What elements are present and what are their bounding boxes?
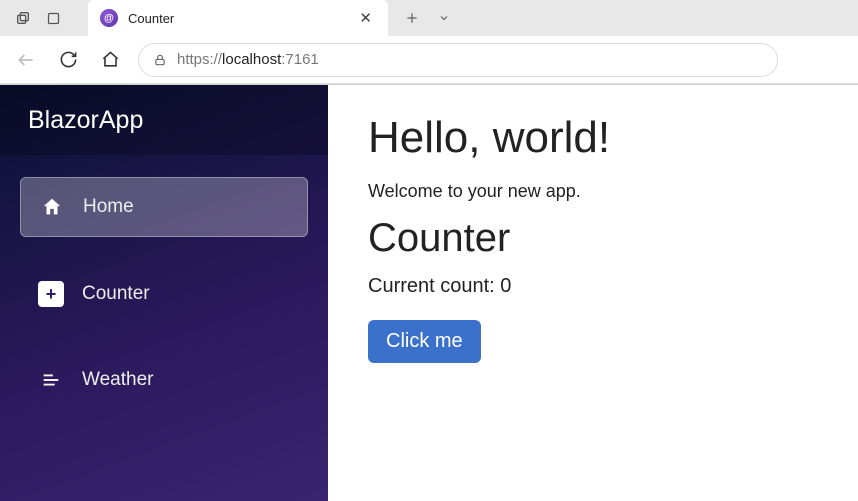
url-field[interactable]: https://localhost:7161 bbox=[138, 43, 778, 77]
sidebar: BlazorApp Home + Counter Weather bbox=[0, 85, 328, 501]
tab-actions bbox=[388, 4, 458, 32]
sidebar-item-label: Weather bbox=[82, 369, 153, 391]
list-icon bbox=[38, 367, 64, 393]
url-scheme: https:// bbox=[177, 51, 222, 68]
browser-tab[interactable]: @ Counter ✕ bbox=[88, 0, 388, 36]
back-button[interactable] bbox=[12, 46, 40, 74]
close-tab-button[interactable]: ✕ bbox=[355, 9, 376, 27]
counter-heading: Counter bbox=[368, 216, 818, 261]
tab-dropdown-button[interactable] bbox=[430, 4, 458, 32]
tab-bar: @ Counter ✕ bbox=[0, 0, 858, 36]
brand-title[interactable]: BlazorApp bbox=[0, 85, 328, 155]
sidebar-item-label: Counter bbox=[82, 283, 150, 305]
tab-actions-icon[interactable] bbox=[8, 10, 38, 26]
sidebar-nav: Home + Counter Weather bbox=[0, 155, 328, 431]
sidebar-item-label: Home bbox=[83, 196, 134, 218]
app-viewport: BlazorApp Home + Counter Weather Hello, … bbox=[0, 85, 858, 501]
home-button[interactable] bbox=[96, 46, 124, 74]
url-text: https://localhost:7161 bbox=[177, 51, 319, 68]
count-value: 0 bbox=[500, 275, 511, 297]
url-host: localhost bbox=[222, 51, 281, 68]
count-label: Current count: bbox=[368, 275, 500, 297]
url-port: :7161 bbox=[281, 51, 319, 68]
click-me-button[interactable]: Click me bbox=[368, 320, 481, 363]
refresh-button[interactable] bbox=[54, 46, 82, 74]
page-heading: Hello, world! bbox=[368, 113, 818, 163]
new-tab-button[interactable] bbox=[398, 4, 426, 32]
browser-chrome: @ Counter ✕ https://localho bbox=[0, 0, 858, 85]
main-content: Hello, world! Welcome to your new app. C… bbox=[328, 85, 858, 501]
plus-square-icon: + bbox=[38, 281, 64, 307]
sidebar-item-weather[interactable]: Weather bbox=[20, 351, 308, 409]
lock-icon bbox=[153, 53, 167, 67]
welcome-text: Welcome to your new app. bbox=[368, 181, 818, 202]
sidebar-item-counter[interactable]: + Counter bbox=[20, 265, 308, 323]
count-display: Current count: 0 bbox=[368, 275, 818, 298]
house-icon bbox=[39, 194, 65, 220]
blazor-favicon: @ bbox=[100, 9, 118, 27]
tab-title: Counter bbox=[128, 11, 345, 26]
window-icon[interactable] bbox=[38, 11, 68, 26]
sidebar-item-home[interactable]: Home bbox=[20, 177, 308, 237]
address-bar: https://localhost:7161 bbox=[0, 36, 858, 84]
